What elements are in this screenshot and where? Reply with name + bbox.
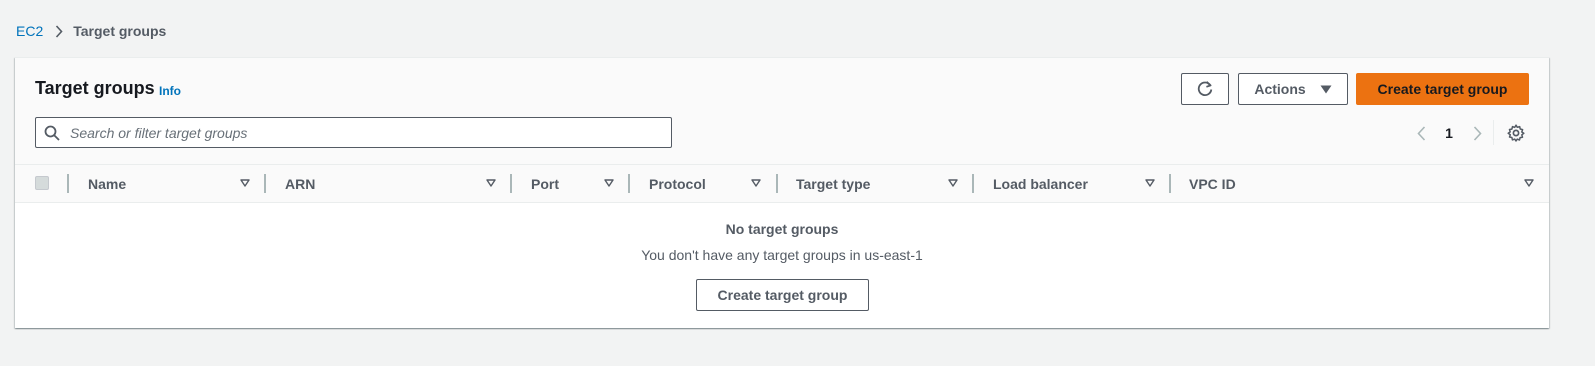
- column-label: Protocol: [649, 175, 706, 192]
- pagination: 1: [1413, 122, 1485, 144]
- gear-icon[interactable]: [1507, 124, 1525, 142]
- sort-caret-icon: [751, 179, 761, 187]
- sort-caret-icon: [1524, 179, 1534, 187]
- column-divider: [972, 174, 974, 193]
- column-divider: [510, 174, 512, 193]
- caret-down-icon: [1320, 85, 1332, 94]
- sort-caret-icon: [486, 179, 496, 187]
- column-divider: [264, 174, 266, 193]
- breadcrumb: EC2 Target groups: [16, 22, 166, 40]
- column-label: VPC ID: [1189, 175, 1236, 192]
- column-label: Port: [531, 175, 559, 192]
- breadcrumb-ec2-link[interactable]: EC2: [16, 23, 43, 39]
- column-header-vpc-id[interactable]: VPC ID: [1189, 165, 1539, 202]
- pager-divider: [1493, 120, 1494, 145]
- column-header-port[interactable]: Port: [531, 165, 628, 202]
- search-icon: [44, 125, 60, 141]
- info-link[interactable]: Info: [159, 84, 181, 98]
- empty-state-title: No target groups: [725, 221, 839, 237]
- chevron-right-icon[interactable]: [1469, 125, 1485, 141]
- table-header: Name ARN Port Protocol Target type Load …: [15, 165, 1549, 203]
- refresh-button[interactable]: [1181, 73, 1229, 105]
- select-all-checkbox[interactable]: [35, 176, 49, 190]
- page-title: Target groups: [35, 78, 155, 98]
- search-input[interactable]: [68, 123, 652, 142]
- column-label: Load balancer: [993, 175, 1088, 192]
- sort-caret-icon: [1145, 179, 1155, 187]
- search-box[interactable]: [35, 117, 672, 148]
- breadcrumb-current: Target groups: [73, 23, 167, 39]
- column-divider: [67, 174, 69, 193]
- target-groups-panel: Target groups Info Actions Create target…: [15, 57, 1549, 328]
- column-header-name[interactable]: Name: [88, 165, 264, 202]
- sort-caret-icon: [240, 179, 250, 187]
- page-number[interactable]: 1: [1429, 125, 1469, 141]
- create-target-group-button[interactable]: Create target group: [1356, 73, 1529, 105]
- chevron-right-icon: [55, 24, 63, 38]
- column-divider: [776, 174, 778, 193]
- panel-header: Target groups Info Actions Create target…: [15, 58, 1549, 165]
- column-divider: [1169, 174, 1171, 193]
- column-header-protocol[interactable]: Protocol: [649, 165, 776, 202]
- actions-button[interactable]: Actions: [1238, 73, 1348, 105]
- refresh-icon: [1196, 80, 1214, 98]
- column-header-load-balancer[interactable]: Load balancer: [993, 165, 1169, 202]
- column-header-arn[interactable]: ARN: [285, 165, 510, 202]
- column-label: ARN: [285, 175, 316, 192]
- column-divider: [628, 174, 630, 193]
- sort-caret-icon: [604, 179, 614, 187]
- column-label: Name: [88, 175, 127, 192]
- actions-label: Actions: [1254, 81, 1306, 97]
- column-label: Target type: [796, 175, 871, 192]
- chevron-left-icon[interactable]: [1413, 125, 1429, 141]
- empty-create-target-group-button[interactable]: Create target group: [696, 279, 869, 311]
- column-header-target-type[interactable]: Target type: [796, 165, 972, 202]
- sort-caret-icon: [948, 179, 958, 187]
- empty-state-description: You don't have any target groups in us-e…: [641, 247, 923, 263]
